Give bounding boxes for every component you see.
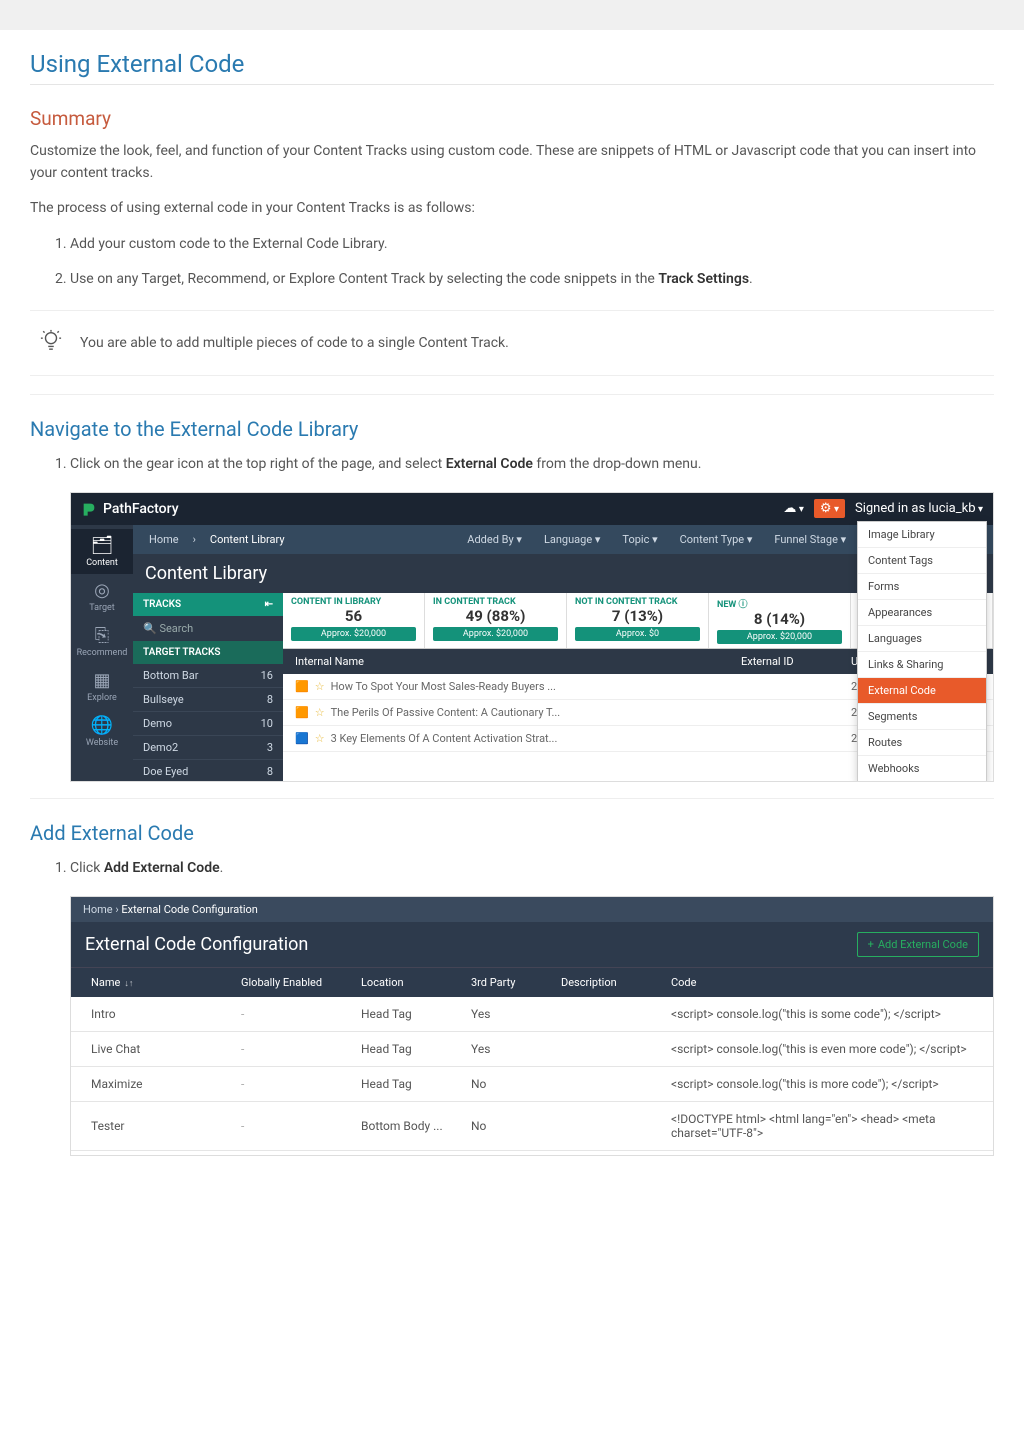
content-icon: 🗂 bbox=[91, 535, 114, 556]
crumb-current: External Code Configuration bbox=[121, 903, 258, 916]
filter-language[interactable]: Language ▾ bbox=[538, 529, 606, 550]
dropdown-item[interactable]: Appearances bbox=[858, 600, 986, 626]
divider bbox=[30, 798, 994, 799]
gear-menu[interactable]: ⚙ bbox=[814, 499, 845, 518]
navigate-heading: Navigate to the External Code Library bbox=[30, 417, 994, 441]
page-heading-bar: External Code Configuration +Add Externa… bbox=[71, 922, 993, 967]
navigate-steps: Click on the gear icon at the top right … bbox=[70, 451, 994, 478]
table-row[interactable]: Tester - Bottom Body ... No <!DOCTYPE ht… bbox=[71, 1102, 993, 1151]
thumbnail-icon: 🟧 bbox=[295, 706, 309, 719]
tip-callout: You are able to add multiple pieces of c… bbox=[30, 310, 994, 376]
track-row[interactable]: Bottom Bar16 bbox=[133, 664, 283, 688]
nav-explore[interactable]: ▦Explore bbox=[71, 664, 133, 709]
stat-card: NOT IN CONTENT TRACK7 (13%)Approx. $0 bbox=[567, 593, 709, 648]
dropdown-item-external-code[interactable]: External Code bbox=[858, 678, 986, 704]
breadcrumb: Home › External Code Configuration bbox=[71, 897, 993, 922]
external-code-table-header: Name↓↑ Globally Enabled Location 3rd Par… bbox=[71, 967, 993, 997]
nav-content[interactable]: 🗂Content bbox=[71, 529, 133, 574]
sort-icon: ↓↑ bbox=[124, 979, 133, 989]
dropdown-item[interactable]: Forms bbox=[858, 574, 986, 600]
nav-website[interactable]: 🌐Website bbox=[71, 709, 133, 754]
add-external-code-button[interactable]: +Add External Code bbox=[857, 932, 979, 957]
summary-step-1: Add your custom code to the External Cod… bbox=[70, 231, 994, 258]
tracks-search[interactable]: 🔍 Search bbox=[133, 616, 283, 641]
stat-card: IN CONTENT TRACK49 (88%)Approx. $20,000 bbox=[425, 593, 567, 648]
star-icon: ☆ bbox=[315, 706, 325, 719]
dropdown-item[interactable]: Languages bbox=[858, 626, 986, 652]
stat-card: CONTENT IN LIBRARY56Approx. $20,000 bbox=[283, 593, 425, 648]
page-title: Using External Code bbox=[30, 50, 994, 85]
track-row[interactable]: Demo10 bbox=[133, 712, 283, 736]
plus-icon: + bbox=[868, 938, 874, 951]
filter-added-by[interactable]: Added By ▾ bbox=[461, 529, 528, 550]
col-external-id[interactable]: External ID bbox=[741, 655, 851, 668]
main-nav-sidebar: 🗂Content ◎Target ⎘Recommend ▦Explore 🌐We… bbox=[71, 525, 133, 781]
navigate-step-1: Click on the gear icon at the top right … bbox=[70, 451, 994, 478]
col-3rd-party[interactable]: 3rd Party bbox=[465, 976, 555, 989]
thumbnail-icon: 🟦 bbox=[295, 732, 309, 745]
lightbulb-icon bbox=[40, 329, 62, 357]
star-icon: ☆ bbox=[315, 680, 325, 693]
summary-step-2: Use on any Target, Recommend, or Explore… bbox=[70, 266, 994, 293]
external-code-title: External Code Configuration bbox=[85, 934, 308, 955]
filter-funnel-stage[interactable]: Funnel Stage ▾ bbox=[768, 529, 852, 550]
target-icon: ◎ bbox=[94, 580, 110, 601]
star-icon: ☆ bbox=[315, 732, 325, 745]
table-row[interactable]: Intro - Head Tag Yes <script> console.lo… bbox=[71, 997, 993, 1032]
crumb-home[interactable]: Home bbox=[83, 903, 113, 916]
thumbnail-icon: 🟧 bbox=[295, 680, 309, 693]
col-location[interactable]: Location bbox=[355, 976, 465, 989]
dropdown-item[interactable]: Routes bbox=[858, 730, 986, 756]
screenshot-content-library: PathFactory ☁ ⚙ Signed in as lucia_kb 🗂C… bbox=[70, 492, 994, 782]
dropdown-item[interactable]: Image Library bbox=[858, 522, 986, 548]
collapse-icon: ⇤ bbox=[265, 599, 273, 610]
add-external-heading: Add External Code bbox=[30, 821, 994, 845]
track-row[interactable]: Demo23 bbox=[133, 736, 283, 760]
app-header: PathFactory ☁ ⚙ Signed in as lucia_kb bbox=[71, 493, 993, 525]
col-globally-enabled[interactable]: Globally Enabled bbox=[235, 976, 355, 989]
brand-logo[interactable]: PathFactory bbox=[81, 501, 179, 517]
recommend-icon: ⎘ bbox=[95, 625, 109, 646]
col-internal-name[interactable]: Internal Name bbox=[295, 655, 741, 668]
col-code[interactable]: Code bbox=[665, 976, 979, 989]
col-name[interactable]: Name↓↑ bbox=[85, 976, 235, 989]
dropdown-item[interactable]: Links & Sharing bbox=[858, 652, 986, 678]
filter-topic[interactable]: Topic ▾ bbox=[616, 529, 663, 550]
content-library-title: Content Library bbox=[145, 563, 267, 584]
filter-content-type[interactable]: Content Type ▾ bbox=[674, 529, 759, 550]
tracks-sidebar: TRACKS⇤ 🔍 Search TARGET TRACKS Bottom Ba… bbox=[133, 593, 283, 782]
target-tracks-tab[interactable]: TARGET TRACKS bbox=[133, 641, 283, 664]
crumb-home[interactable]: Home bbox=[143, 529, 185, 550]
col-description[interactable]: Description bbox=[555, 976, 665, 989]
user-menu[interactable]: Signed in as lucia_kb bbox=[855, 501, 983, 516]
tracks-tab[interactable]: TRACKS⇤ bbox=[133, 593, 283, 616]
browser-topbar bbox=[0, 0, 1024, 30]
nav-target[interactable]: ◎Target bbox=[71, 574, 133, 619]
pathfactory-icon bbox=[81, 501, 97, 517]
website-icon: 🌐 bbox=[91, 715, 113, 736]
nav-recommend[interactable]: ⎘Recommend bbox=[71, 619, 133, 664]
summary-heading: Summary bbox=[30, 107, 994, 130]
tip-text: You are able to add multiple pieces of c… bbox=[80, 335, 509, 351]
summary-text-2: The process of using external code in yo… bbox=[30, 197, 994, 219]
table-row[interactable]: Maximize - Head Tag No <script> console.… bbox=[71, 1067, 993, 1102]
divider bbox=[30, 394, 994, 395]
dropdown-item[interactable]: Content Tags bbox=[858, 548, 986, 574]
dropdown-item[interactable]: Segments bbox=[858, 704, 986, 730]
summary-text-1: Customize the look, feel, and function o… bbox=[30, 140, 994, 185]
gear-dropdown: Image Library Content Tags Forms Appeara… bbox=[857, 521, 987, 782]
cloud-menu[interactable]: ☁ bbox=[783, 501, 804, 516]
table-row[interactable]: Live Chat - Head Tag Yes <script> consol… bbox=[71, 1032, 993, 1067]
summary-steps-list: Add your custom code to the External Cod… bbox=[70, 231, 994, 292]
track-row[interactable]: Bullseye8 bbox=[133, 688, 283, 712]
screenshot-external-code-config: Home › External Code Configuration Exter… bbox=[70, 896, 994, 1156]
stat-card: NEW ⓘ8 (14%)Approx. $20,000 bbox=[709, 593, 851, 648]
explore-icon: ▦ bbox=[93, 670, 110, 691]
add-external-steps: Click Add External Code. bbox=[70, 855, 994, 882]
dropdown-item[interactable]: Webhooks bbox=[858, 756, 986, 782]
crumb-current: Content Library bbox=[204, 529, 291, 550]
track-row[interactable]: Doe Eyed8 bbox=[133, 760, 283, 782]
add-step-1: Click Add External Code. bbox=[70, 855, 994, 882]
